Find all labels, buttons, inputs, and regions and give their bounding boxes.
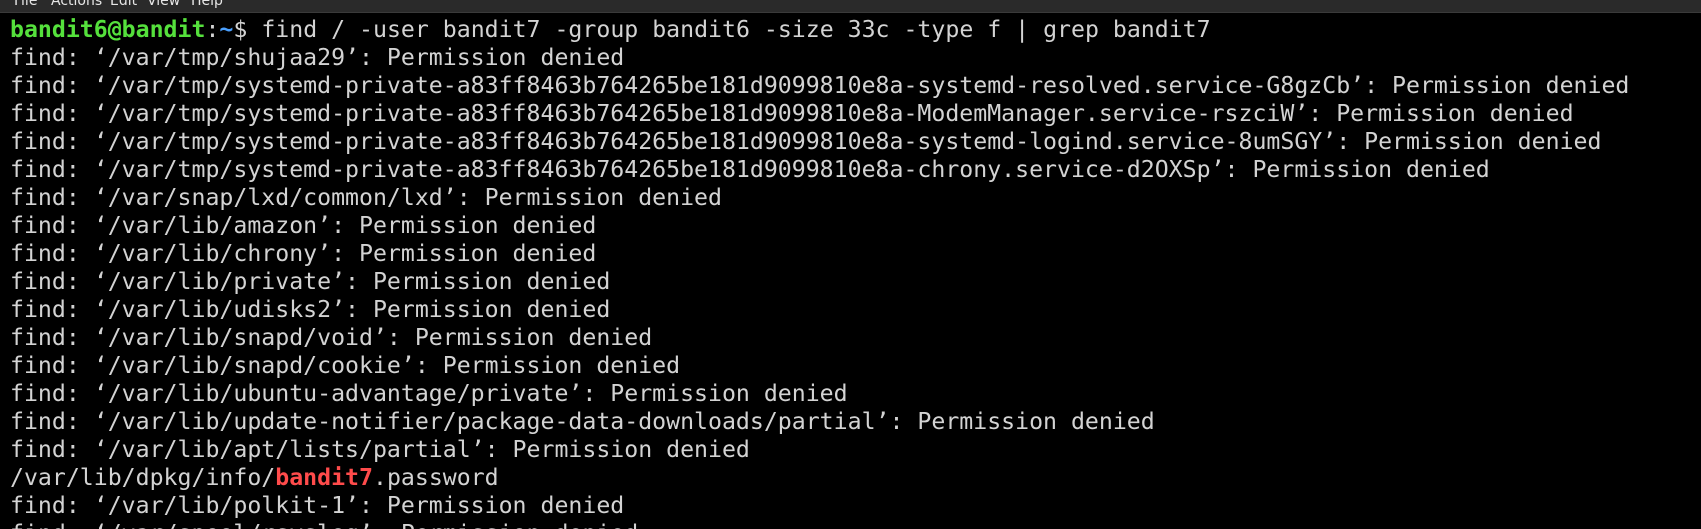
output-line: find: ‘/var/tmp/systemd-private-a83ff846… <box>10 156 1490 183</box>
terminal-output[interactable]: bandit6@bandit:~$ find / -user bandit7 -… <box>10 16 1698 529</box>
output-line: find: ‘/var/snap/lxd/common/lxd’: Permis… <box>10 184 722 211</box>
command-line: bandit6@bandit:~$ find / -user bandit7 -… <box>10 16 1698 44</box>
output-line-partial: find: ‘/var/spool/rsyslog’: Permission d… <box>10 520 1698 529</box>
menu-view[interactable]: View <box>147 0 180 10</box>
output-line: find: ‘/var/lib/snapd/void’: Permission … <box>10 324 653 351</box>
output-line: find: ‘/var/lib/apt/lists/partial’: Perm… <box>10 436 750 463</box>
prompt-user-host: bandit6@bandit <box>10 16 206 43</box>
prompt-colon: : <box>205 16 220 43</box>
menu-file[interactable]: File <box>14 0 37 10</box>
match-prefix: /var/lib/dpkg/info/ <box>10 464 276 491</box>
output-line: find: ‘/var/lib/amazon’: Permission deni… <box>10 212 597 239</box>
output-line: find: ‘/var/lib/polkit-1’: Permission de… <box>10 492 625 519</box>
output-line: find: ‘/var/lib/update-notifier/package-… <box>10 408 1155 435</box>
menu-bar: File Actions Edit View Help <box>0 0 1701 13</box>
output-line: find: ‘/var/lib/chrony’: Permission deni… <box>10 240 597 267</box>
prompt-symbol: $ <box>233 16 262 43</box>
output-line: find: ‘/var/tmp/systemd-private-a83ff846… <box>10 128 1602 155</box>
output-line: find: ‘/var/lib/ubuntu-advantage/private… <box>10 380 848 407</box>
match-line: /var/lib/dpkg/info/bandit7.password <box>10 464 1698 492</box>
prompt-path: ~ <box>219 16 234 43</box>
command-text: find / -user bandit7 -group bandit6 -siz… <box>261 16 1211 43</box>
output-line: find: ‘/var/lib/udisks2’: Permission den… <box>10 296 611 323</box>
output-line: find: ‘/var/tmp/shujaa29’: Permission de… <box>10 44 625 71</box>
output-line: find: ‘/var/tmp/systemd-private-a83ff846… <box>10 72 1630 99</box>
match-suffix: .password <box>372 464 499 491</box>
menu-actions[interactable]: Actions <box>51 0 102 10</box>
menu-edit[interactable]: Edit <box>110 0 137 10</box>
terminal-window: File Actions Edit View Help bandit6@band… <box>0 0 1701 529</box>
output-line: find: ‘/var/lib/snapd/cookie’: Permissio… <box>10 352 681 379</box>
menu-help[interactable]: Help <box>191 0 223 10</box>
output-line: find: ‘/var/tmp/systemd-private-a83ff846… <box>10 100 1574 127</box>
match-highlight: bandit7 <box>275 464 373 491</box>
output-line: find: ‘/var/lib/private’: Permission den… <box>10 268 611 295</box>
